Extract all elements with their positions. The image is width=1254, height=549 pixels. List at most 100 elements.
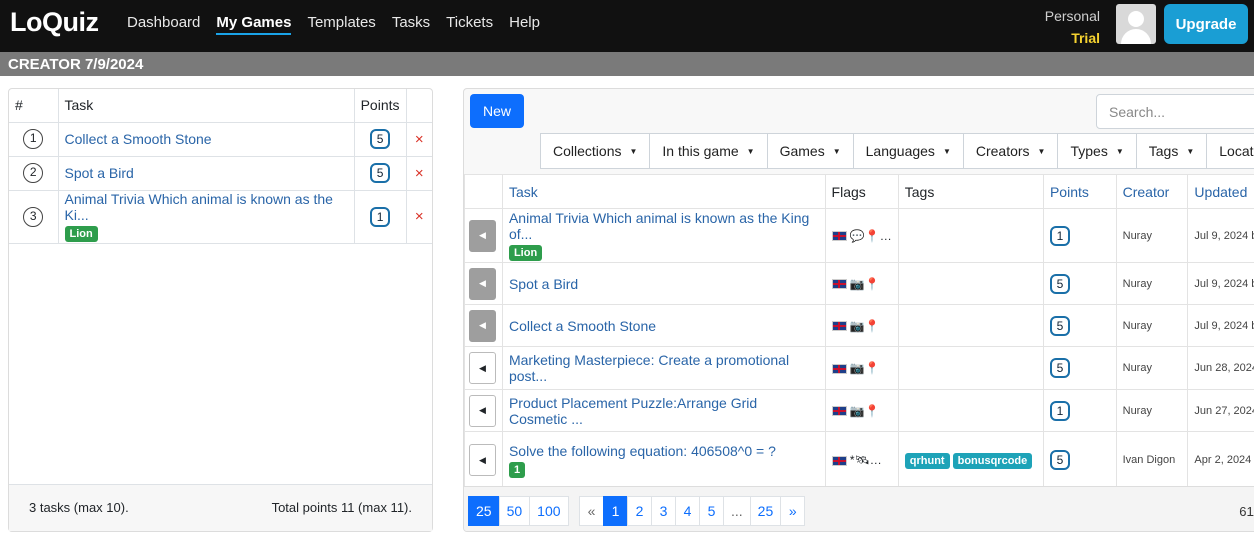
col-points[interactable]: Points [1042,174,1117,209]
updated-date: Apr 2, 2024 b [1187,431,1254,489]
table-row: ◀ Animal Trivia Which animal is known as… [464,208,1254,263]
points-badge: 1 [1049,225,1070,246]
remove-icon[interactable]: × [406,190,432,244]
points-badge: 5 [1049,315,1070,336]
table-row: 3 Animal Trivia Which animal is known as… [9,190,432,244]
page-3[interactable]: 3 [651,496,676,526]
total-count: 611 [1239,504,1254,519]
plan-info: Personal Trial [1045,5,1100,49]
page-1[interactable]: 1 [603,496,628,526]
points-badge: 1 [370,206,391,227]
remove-icon[interactable]: × [406,122,432,157]
nav-templates[interactable]: Templates [307,14,375,35]
filter-creators[interactable]: Creators ▼ [962,133,1059,169]
filter-collections[interactable]: Collections ▼ [540,133,651,169]
page-size-100[interactable]: 100 [529,496,569,526]
task-link[interactable]: Solve the following equation: 406508^0 =… [509,443,776,459]
table-row: ◀ Spot a Bird 📷📍 5 Nuray Jul 9, 2024 b [464,262,1254,305]
task-link[interactable]: Product Placement Puzzle:Arrange Grid Co… [509,395,757,427]
nav-my-games[interactable]: My Games [216,14,292,35]
creator-name: Ivan Digon [1115,431,1189,489]
creator-name: Nuray [1115,262,1189,305]
add-to-game-button[interactable]: ◀ [469,267,496,300]
page-last[interactable]: » [780,496,806,526]
table-row: ◀ Collect a Smooth Stone 📷📍 5 Nuray Jul … [464,304,1254,347]
updated-date: Jul 9, 2024 b [1187,304,1254,347]
col-task[interactable]: Task [501,174,826,209]
updated-date: Jun 27, 2024 [1187,389,1254,432]
task-link[interactable]: Animal Trivia Which animal is known as t… [65,191,333,223]
page-2[interactable]: 2 [627,496,652,526]
nav-dashboard[interactable]: Dashboard [127,14,200,35]
page-25[interactable]: 25 [749,496,782,526]
flags-icons: 📷📍 [849,403,880,418]
uk-flag-icon [831,231,847,242]
new-task-button[interactable]: New [470,94,524,128]
add-to-game-button[interactable]: ◀ [469,444,496,476]
col-creator[interactable]: Creator [1115,174,1189,209]
uk-flag-icon [831,455,847,466]
task-link[interactable]: Collect a Smooth Stone [509,318,656,334]
filter-languages[interactable]: Languages ▼ [852,133,964,169]
loquiz-logo[interactable]: LoQuiz [10,7,99,38]
filter-types[interactable]: Types ▼ [1057,133,1137,169]
remove-icon[interactable]: × [406,156,432,191]
game-tasks-panel: # Task Points 1 Collect a Smooth Stone 5… [8,88,433,532]
upgrade-button[interactable]: Upgrade [1164,4,1248,44]
nav-tasks[interactable]: Tasks [392,14,430,35]
nav-tickets[interactable]: Tickets [446,14,493,35]
task-link[interactable]: Marketing Masterpiece: Create a promotio… [509,352,789,384]
answer-badge: 1 [508,461,526,478]
flags-icons: *🛰… [849,453,882,467]
task-link[interactable]: Spot a Bird [509,276,578,292]
page-4[interactable]: 4 [675,496,700,526]
col-tags: Tags [897,174,1044,209]
points-badge: 5 [1049,450,1070,470]
tasks-summary: 3 tasks (max 10). Total points 11 (max 1… [9,484,432,531]
flags-icons: 📷📍 [849,318,880,333]
page-5[interactable]: 5 [699,496,724,526]
nav-help[interactable]: Help [509,14,540,35]
tag-badge[interactable]: bonusqrcode [952,453,1033,469]
page-first[interactable]: « [579,496,604,526]
col-move [464,174,503,209]
page-ellipsis: ... [723,496,751,526]
filter-games[interactable]: Games ▼ [766,133,854,169]
page-size-25[interactable]: 25 [468,496,500,526]
page-title: CREATOR 7/9/2024 [0,52,1254,76]
uk-flag-icon [831,363,847,374]
task-link[interactable]: Collect a Smooth Stone [65,131,212,147]
updated-date: Jul 9, 2024 b [1187,262,1254,305]
task-link[interactable]: Animal Trivia Which animal is known as t… [509,210,809,242]
col-actions [406,89,432,123]
uk-flag-icon [831,406,847,417]
col-updated[interactable]: Updated ▲ [1187,174,1254,209]
plan-status: Trial [1071,30,1100,46]
filter-tags[interactable]: Tags ▼ [1135,133,1208,169]
filter-location[interactable]: Location▼ [1206,133,1254,169]
total-points: Total points 11 (max 11). [271,500,412,515]
add-to-game-button[interactable]: ◀ [469,219,496,252]
points-badge: 1 [1049,400,1070,421]
points-badge: 5 [1049,358,1070,378]
add-to-game-button[interactable]: ◀ [469,352,496,384]
page-size-selector: 25 50 100 [468,496,569,526]
task-number: 3 [23,206,44,227]
main-nav: Dashboard My Games Templates Tasks Ticke… [127,14,556,35]
page-size-50[interactable]: 50 [498,496,531,526]
tag-badge[interactable]: qrhunt [904,453,950,469]
top-navbar: LoQuiz Dashboard My Games Templates Task… [0,0,1254,52]
creator-name: Nuray [1115,304,1189,347]
search-input[interactable]: Search... [1096,94,1254,129]
col-points: Points [354,89,407,123]
creator-name: Nuray [1115,346,1189,390]
filter-in-this-game[interactable]: In this game ▼ [649,133,768,169]
table-row: ◀ Marketing Masterpiece: Create a promot… [464,346,1254,390]
table-row: ◀ Product Placement Puzzle:Arrange Grid … [464,389,1254,432]
add-to-game-button[interactable]: ◀ [469,394,496,427]
user-avatar[interactable] [1116,4,1156,44]
task-link[interactable]: Spot a Bird [65,165,134,181]
points-badge: 5 [370,163,391,183]
task-library-panel: New Search... Collections ▼ In this game ▼… [463,88,1254,532]
add-to-game-button[interactable]: ◀ [469,309,496,342]
